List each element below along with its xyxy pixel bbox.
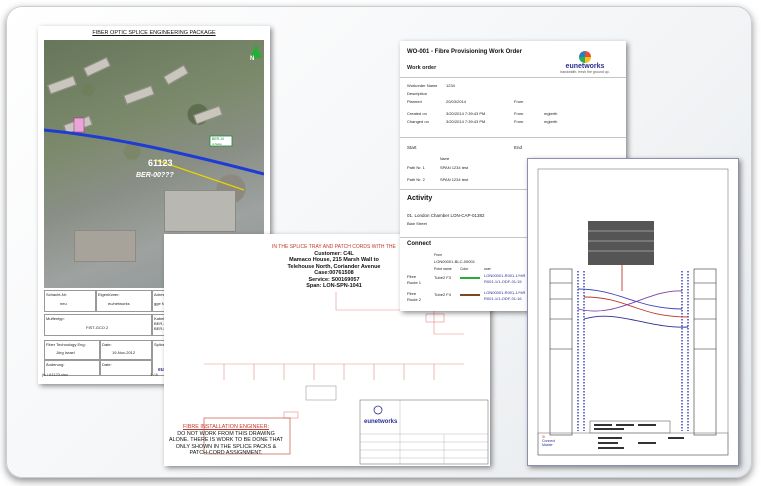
field-value: 1234	[446, 83, 455, 88]
footer-page: 1 / 5	[150, 372, 158, 377]
a-side-label: BER-10	[212, 137, 225, 141]
splice-package-title: FIBER OPTIC SPLICE ENGINEERING PACKAGE	[92, 30, 216, 36]
route-number-label: 61123	[148, 158, 173, 168]
col-point-header: Point name	[434, 267, 452, 271]
work-order-subtitle: Work order	[407, 65, 437, 71]
field-label: Workorder Name	[407, 83, 438, 88]
field-label: Planned	[407, 99, 422, 104]
path1-value: SPAN 1234 test	[440, 165, 469, 170]
connect-from-value: LON00001-BLC-00001	[434, 259, 475, 264]
work-order-title: WO-001 - Fibre Provisioning Work Order	[407, 49, 522, 55]
start-label: Start	[407, 145, 417, 150]
route1-color-swatch	[460, 277, 480, 279]
ber-marker-pink	[73, 117, 85, 133]
collage-frame: FIBER OPTIC SPLICE ENGINEERING PACKAGE N…	[6, 6, 752, 478]
route1-dest1: LON00001-R001-1/%R	[484, 273, 526, 278]
eunetworks-logo-drawing: eunetworks	[364, 419, 398, 425]
col-color-header: Color	[460, 267, 469, 271]
footer-filename: jis / 61123.xlsx	[42, 372, 68, 377]
route2-label-a: Fibre	[407, 291, 417, 296]
field-label: Changed on	[407, 119, 429, 124]
field-label2: From	[514, 119, 524, 124]
connect-heading: Connect	[407, 241, 431, 247]
activity-item: 01. London Chamber LON-CAP-01382	[407, 213, 485, 218]
path2-label: Path Nr. 2	[407, 177, 425, 182]
end-label: End	[514, 145, 523, 150]
route2-label-b: Route 2	[407, 297, 422, 302]
field-value: 20/03/2014	[446, 99, 467, 104]
field-label2: From	[514, 111, 524, 116]
closure-type-cell: Muffentyp: FIST-GCO 2	[44, 314, 152, 336]
field-value: 3/20/2014 7:39:43 PM	[446, 111, 486, 116]
divider	[400, 137, 626, 138]
field-value2: mgierth	[544, 119, 558, 124]
rack-diagram	[537, 168, 729, 456]
field-label2: From	[514, 99, 524, 104]
activity-heading: Activity	[407, 195, 433, 202]
field-label: Description	[407, 91, 428, 96]
date-cell: Date: 19-Nov-2012	[100, 340, 152, 360]
col-user-header: user	[484, 267, 491, 271]
ber-point-label: BER-00???	[136, 172, 174, 179]
revision-date-cell: Date:	[100, 360, 152, 376]
connect-from-header: From	[434, 253, 443, 257]
route2-tube: Tube2 F4	[434, 292, 451, 297]
route2-color-swatch	[460, 294, 480, 296]
shaft-cell: Schacht-Nr: neu	[44, 290, 96, 312]
field-label: Created on	[407, 111, 427, 116]
north-label: N	[250, 56, 255, 62]
a-side-sublabel: A-Seite	[212, 142, 222, 146]
engineer-warning: FIBRE INSTALLATION ENGINEER: DO NOT WORK…	[169, 424, 283, 457]
path2-value: SPAN 1234 test	[440, 177, 469, 182]
route1-tube: Tube2 F3	[434, 275, 451, 280]
rack-diagram-sheet: 3i Connect Master	[527, 158, 739, 466]
path1-label: Path Nr. 1	[407, 165, 425, 170]
path-name-header: Name	[440, 157, 450, 161]
divider	[400, 77, 626, 78]
owner-cell: Eigentümer: eu/networks	[96, 290, 152, 312]
field-value2: mgierth	[544, 111, 558, 116]
route2-dest1: LON00001-R001-1/%R	[484, 290, 526, 295]
activity-street: Blair Street	[407, 221, 427, 226]
route1-label-b: Route 1	[407, 280, 422, 285]
connectmaster-logo: 3i Connect Master	[542, 435, 556, 448]
eunetworks-logo-wo: eunetworks bandwidth. fresh the ground u…	[550, 51, 620, 74]
route2-dest2: R001-1/1-ODF-01:16	[484, 296, 522, 301]
route1-label-a: Fibre	[407, 274, 417, 279]
route1-dest2: R001-1/1-ODF-01:15	[484, 279, 522, 284]
field-value: 3/20/2014 7:39:43 PM	[446, 119, 486, 124]
engineer-cell: Fiber Technology Eng: Jörg Israel	[44, 340, 100, 360]
